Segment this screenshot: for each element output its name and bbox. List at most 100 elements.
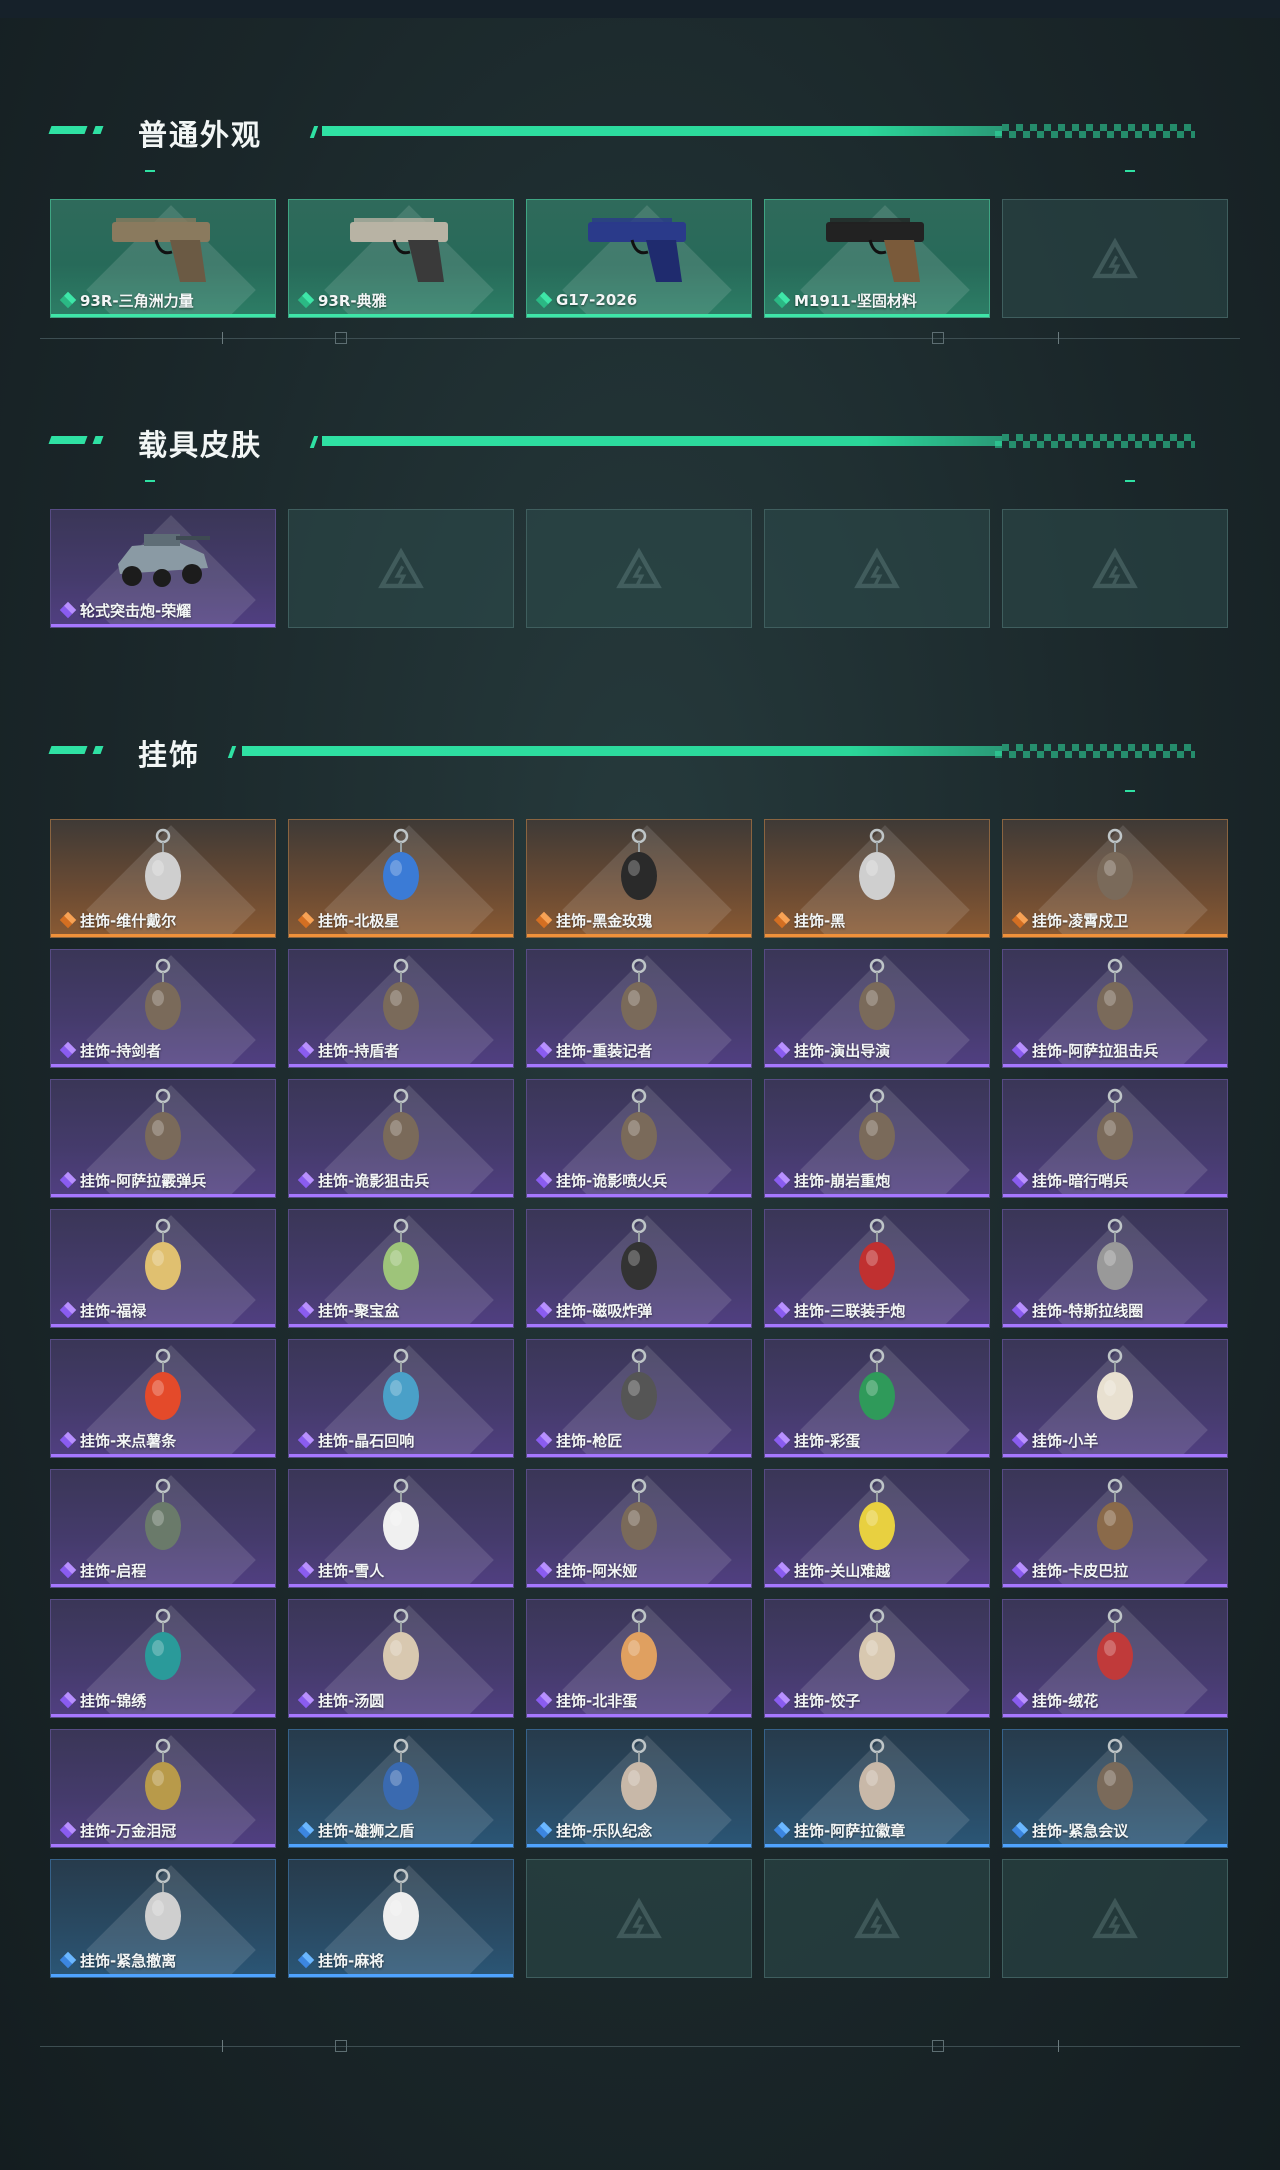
item-card[interactable]: 挂饰-崩岩重炮: [764, 1079, 990, 1198]
item-card[interactable]: 挂饰-凌霄戍卫: [1002, 819, 1228, 938]
item-card[interactable]: 挂饰-黑: [764, 819, 990, 938]
item-card[interactable]: 挂饰-汤圆: [288, 1599, 514, 1718]
item-image: [584, 208, 694, 295]
item-image: [108, 1218, 218, 1305]
item-image: [346, 1608, 456, 1695]
rarity-gem-icon: [1011, 911, 1029, 929]
item-card[interactable]: 挂饰-阿萨拉徽章: [764, 1729, 990, 1848]
item-card[interactable]: 挂饰-晶石回响: [288, 1339, 514, 1458]
item-card[interactable]: 挂饰-麻将: [288, 1859, 514, 1978]
item-name: 挂饰-特斯拉线圈: [1032, 1301, 1144, 1320]
item-card[interactable]: 挂饰-万金泪冠: [50, 1729, 276, 1848]
rarity-gem-icon: [773, 291, 791, 309]
rarity-stripe: [527, 1454, 751, 1457]
placeholder-logo-icon: [1092, 547, 1138, 588]
item-card[interactable]: 挂饰-持剑者: [50, 949, 276, 1068]
item-card[interactable]: 挂饰-锦绣: [50, 1599, 276, 1718]
item-label-row: 挂饰-持剑者: [59, 1041, 161, 1060]
charm-launcher-icon: [859, 1218, 895, 1290]
item-card[interactable]: 挂饰-维什戴尔: [50, 819, 276, 938]
rarity-gem-icon: [1011, 1041, 1029, 1059]
rarity-gem-icon: [297, 1171, 315, 1189]
item-card[interactable]: 挂饰-雄狮之盾: [288, 1729, 514, 1848]
rarity-stripe: [51, 1974, 275, 1977]
item-name: 挂饰-诡影狙击兵: [318, 1171, 430, 1190]
rarity-stripe: [765, 314, 989, 317]
item-label-row: 挂饰-彩蛋: [773, 1431, 860, 1450]
item-card[interactable]: 挂饰-诡影喷火兵: [526, 1079, 752, 1198]
item-card[interactable]: 挂饰-彩蛋: [764, 1339, 990, 1458]
item-card[interactable]: 挂饰-福禄: [50, 1209, 276, 1328]
rarity-gem-icon: [773, 1691, 791, 1709]
item-card[interactable]: 挂饰-小羊: [1002, 1339, 1228, 1458]
placeholder-logo: [847, 1889, 907, 1949]
item-name: 挂饰-关山难越: [794, 1561, 891, 1580]
item-card[interactable]: 挂饰-饺子: [764, 1599, 990, 1718]
item-card[interactable]: 挂饰-持盾者: [288, 949, 514, 1068]
item-card[interactable]: 挂饰-雪人: [288, 1469, 514, 1588]
item-card[interactable]: 挂饰-暗行哨兵: [1002, 1079, 1228, 1198]
header-bar: [322, 126, 1002, 136]
rarity-gem-icon: [59, 1301, 77, 1319]
item-card[interactable]: 挂饰-卡皮巴拉: [1002, 1469, 1228, 1588]
item-name: 挂饰-饺子: [794, 1691, 861, 1710]
item-card[interactable]: 挂饰-诡影狙击兵: [288, 1079, 514, 1198]
item-label-row: 挂饰-持盾者: [297, 1041, 399, 1060]
rarity-stripe: [1003, 1324, 1227, 1327]
item-name: 挂饰-重装记者: [556, 1041, 653, 1060]
item-label-row: 挂饰-黑: [773, 911, 845, 930]
rarity-gem-icon: [535, 1171, 553, 1189]
item-card[interactable]: 挂饰-阿萨拉霰弹兵: [50, 1079, 276, 1198]
rarity-gem-icon: [59, 1041, 77, 1059]
empty-slot: [526, 509, 752, 628]
rarity-stripe: [527, 1844, 751, 1847]
item-card[interactable]: 挂饰-北极星: [288, 819, 514, 938]
item-card[interactable]: 挂饰-磁吸炸弹: [526, 1209, 752, 1328]
item-card[interactable]: 93R-典雅: [288, 199, 514, 318]
rarity-gem-icon: [773, 1041, 791, 1059]
item-card[interactable]: 轮式突击炮-荣耀: [50, 509, 276, 628]
item-name: 挂饰-北极星: [318, 911, 400, 930]
item-card[interactable]: 挂饰-来点薯条: [50, 1339, 276, 1458]
rarity-stripe: [289, 934, 513, 937]
item-card[interactable]: 挂饰-黑金玫瑰: [526, 819, 752, 938]
item-card[interactable]: 挂饰-紧急撤离: [50, 1859, 276, 1978]
rarity-gem-icon: [297, 1561, 315, 1579]
charm-capybara-icon: [1097, 1478, 1133, 1550]
item-image: [108, 1088, 218, 1175]
header-checker: [995, 744, 1195, 758]
item-card[interactable]: G17-2026: [526, 199, 752, 318]
item-card[interactable]: 93R-三角洲力量: [50, 199, 276, 318]
rarity-stripe: [51, 1454, 275, 1457]
item-card[interactable]: 挂饰-关山难越: [764, 1469, 990, 1588]
item-label-row: 挂饰-万金泪冠: [59, 1821, 176, 1840]
item-image: [1060, 958, 1170, 1045]
divider-line: [40, 2046, 1240, 2047]
item-card[interactable]: 挂饰-三联装手炮: [764, 1209, 990, 1328]
charm-figure-icon: [383, 1088, 419, 1160]
item-card[interactable]: 挂饰-紧急会议: [1002, 1729, 1228, 1848]
item-card[interactable]: M1911-坚固材料: [764, 199, 990, 318]
item-card[interactable]: 挂饰-枪匠: [526, 1339, 752, 1458]
item-name: 挂饰-绒花: [1032, 1691, 1099, 1710]
item-card[interactable]: 挂饰-阿米娅: [526, 1469, 752, 1588]
charm-rose-icon: [621, 828, 657, 900]
item-card[interactable]: 挂饰-阿萨拉狙击兵: [1002, 949, 1228, 1068]
rarity-stripe: [289, 1454, 513, 1457]
item-card[interactable]: 挂饰-绒花: [1002, 1599, 1228, 1718]
charm-figure-icon: [1097, 1738, 1133, 1810]
item-card[interactable]: 挂饰-北非蛋: [526, 1599, 752, 1718]
item-label-row: 挂饰-阿萨拉霰弹兵: [59, 1171, 206, 1190]
header-accent: [92, 746, 104, 754]
item-card[interactable]: 挂饰-重装记者: [526, 949, 752, 1068]
item-card[interactable]: 挂饰-演出导演: [764, 949, 990, 1068]
rarity-gem-icon: [297, 1301, 315, 1319]
item-name: 挂饰-北非蛋: [556, 1691, 638, 1710]
item-image: [346, 958, 456, 1045]
item-card[interactable]: 挂饰-启程: [50, 1469, 276, 1588]
item-card[interactable]: 挂饰-乐队纪念: [526, 1729, 752, 1848]
item-card[interactable]: 挂饰-特斯拉线圈: [1002, 1209, 1228, 1328]
rarity-stripe: [1003, 1584, 1227, 1587]
divider-tick: [222, 332, 223, 344]
item-card[interactable]: 挂饰-聚宝盆: [288, 1209, 514, 1328]
